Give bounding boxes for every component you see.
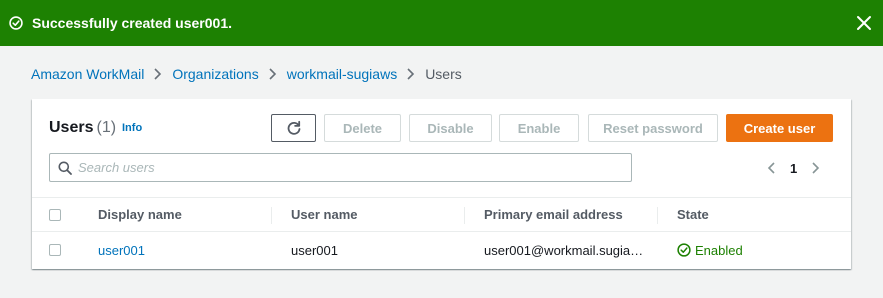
state-cell: Enabled: [677, 232, 743, 268]
reset-password-button[interactable]: Reset password: [588, 114, 718, 142]
email-cell: user001@workmail.sugia…: [484, 242, 644, 258]
success-flashbar: Successfully created user001.: [0, 0, 883, 46]
chevron-right-icon: [269, 68, 276, 80]
table-row: user001 user001 user001@workmail.sugia… …: [32, 232, 851, 268]
column-header-display-name[interactable]: Display name: [98, 198, 182, 231]
column-header-email[interactable]: Primary email address: [484, 198, 623, 231]
chevron-right-icon: [407, 68, 415, 80]
search-input[interactable]: [78, 155, 623, 180]
column-header-user-name[interactable]: User name: [291, 198, 357, 231]
user-name-cell: user001: [291, 242, 338, 258]
table-header: Display name User name Primary email add…: [32, 197, 851, 232]
chevron-right-icon[interactable]: [808, 161, 822, 175]
search-icon: [58, 161, 72, 175]
user-display-name-link[interactable]: user001: [98, 232, 145, 268]
panel-title: Users (1): [49, 119, 116, 137]
enable-button[interactable]: Enable: [499, 114, 579, 142]
close-icon[interactable]: [855, 14, 873, 32]
column-divider[interactable]: [464, 207, 465, 224]
select-all-cell: [49, 198, 61, 231]
chevron-left-icon[interactable]: [765, 161, 779, 175]
breadcrumb-item-organization[interactable]: workmail-sugiaws: [287, 66, 397, 82]
row-select-cell: [49, 232, 61, 268]
breadcrumb: Amazon WorkMail Organizations workmail-s…: [31, 65, 462, 83]
page-number[interactable]: 1: [790, 161, 797, 176]
users-panel: Users (1) Info Delete Disable Enable Rese…: [32, 99, 851, 269]
column-divider[interactable]: [657, 207, 658, 224]
check-circle-icon: [9, 16, 23, 30]
panel-title-text: Users: [49, 119, 94, 136]
delete-button[interactable]: Delete: [324, 114, 401, 142]
column-divider[interactable]: [271, 207, 272, 224]
check-circle-icon: [677, 243, 691, 257]
breadcrumb-item-organizations[interactable]: Organizations: [172, 66, 258, 82]
row-checkbox[interactable]: [49, 244, 61, 256]
flash-message: Successfully created user001.: [32, 15, 233, 31]
refresh-button[interactable]: [271, 114, 316, 142]
breadcrumb-item-workmail[interactable]: Amazon WorkMail: [31, 66, 144, 82]
user-count: (1): [96, 119, 117, 136]
create-user-button[interactable]: Create user: [726, 114, 833, 142]
info-link[interactable]: Info: [122, 122, 142, 134]
select-all-checkbox[interactable]: [49, 208, 61, 221]
search-box: [49, 153, 632, 182]
pagination: 1: [765, 159, 822, 177]
column-header-state[interactable]: State: [677, 198, 709, 231]
state-label: Enabled: [695, 242, 743, 258]
disable-button[interactable]: Disable: [409, 114, 492, 142]
chevron-right-icon: [154, 68, 162, 80]
refresh-icon: [287, 120, 300, 135]
breadcrumb-current: Users: [425, 66, 462, 82]
